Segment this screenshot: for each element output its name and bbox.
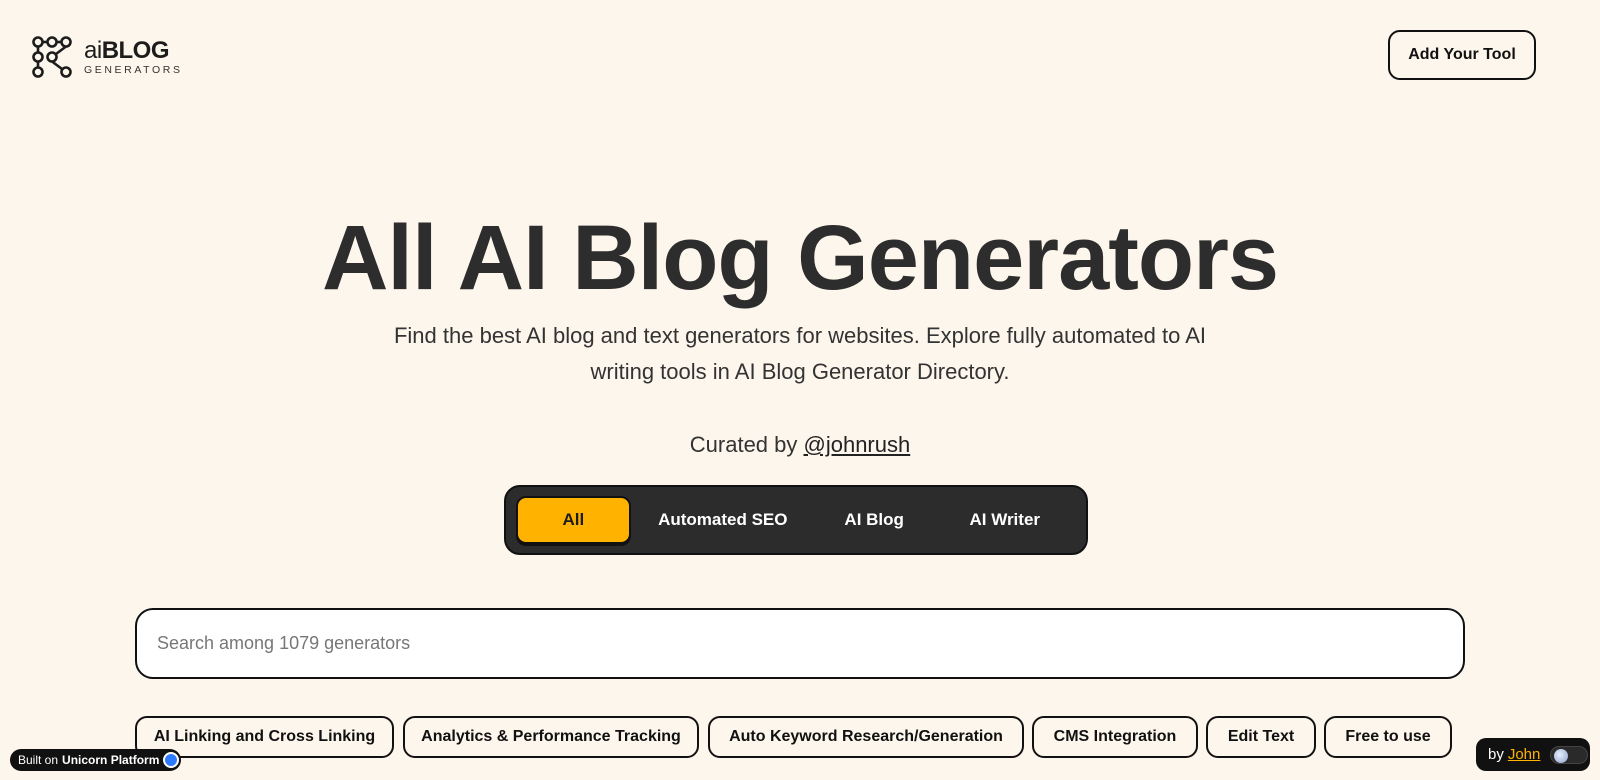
built-on-badge[interactable]: Built on Unicorn Platform xyxy=(10,749,182,771)
logo-subtitle: GENERATORS xyxy=(84,63,183,76)
tag-analytics[interactable]: Analytics & Performance Tracking xyxy=(403,716,699,758)
logo-ai: ai xyxy=(84,36,102,64)
site-logo[interactable]: aiBLOG GENERATORS xyxy=(32,36,183,78)
tag-free-to-use[interactable]: Free to use xyxy=(1324,716,1452,758)
circuit-nodes-icon xyxy=(32,36,72,78)
tag-cms-integration[interactable]: CMS Integration xyxy=(1032,716,1198,758)
logo-wordmark: aiBLOG xyxy=(84,36,183,64)
author-prefix: by xyxy=(1488,746,1504,763)
curated-prefix: Curated by xyxy=(689,432,804,457)
search-input[interactable] xyxy=(135,608,1465,679)
category-tabs: All Automated SEO AI Blog AI Writer xyxy=(504,485,1088,555)
logo-text: aiBLOG GENERATORS xyxy=(84,36,183,76)
logo-blog: BLOG xyxy=(101,36,170,64)
built-on-platform: Unicorn Platform xyxy=(62,753,160,767)
tag-keyword-research[interactable]: Auto Keyword Research/Generation xyxy=(708,716,1024,758)
curated-by: Curated by @johnrush xyxy=(0,432,1600,458)
tag-edit-text[interactable]: Edit Text xyxy=(1206,716,1316,758)
author-link[interactable]: John xyxy=(1508,746,1541,763)
unicorn-platform-icon xyxy=(163,752,180,768)
tab-automated-seo[interactable]: Automated SEO xyxy=(631,496,815,544)
add-your-tool-button[interactable]: Add Your Tool xyxy=(1388,30,1536,80)
built-on-prefix: Built on xyxy=(18,753,59,767)
tab-all[interactable]: All xyxy=(516,496,631,544)
page-title: All AI Blog Generators xyxy=(321,207,1279,309)
page-subtitle: Find the best AI blog and text generator… xyxy=(393,323,1207,384)
site-header: aiBLOG GENERATORS Add Your Tool xyxy=(0,0,1600,110)
author-avatar xyxy=(1550,745,1589,764)
tab-ai-writer[interactable]: AI Writer xyxy=(934,496,1076,544)
author-badge[interactable]: by John xyxy=(1476,738,1590,771)
curator-link[interactable]: @johnrush xyxy=(804,432,911,457)
tab-ai-blog[interactable]: AI Blog xyxy=(815,496,934,544)
